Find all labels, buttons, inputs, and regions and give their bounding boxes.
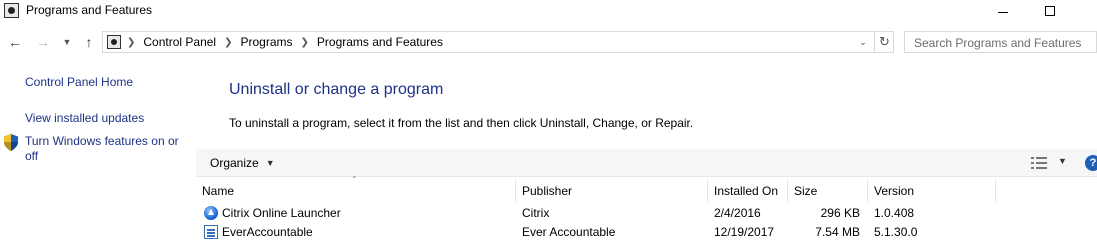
program-publisher: Citrix xyxy=(522,206,550,220)
program-installed-on: 12/19/2017 xyxy=(714,225,775,239)
chevron-right-icon[interactable]: ❯ xyxy=(127,37,135,48)
column-header-publisher[interactable]: Publisher xyxy=(516,180,708,202)
address-bar[interactable]: ❯ Control Panel ❯ Programs ❯ Programs an… xyxy=(102,31,894,53)
app-window-icon xyxy=(204,225,218,239)
breadcrumb: ❯ Control Panel ❯ Programs ❯ Programs an… xyxy=(127,35,443,49)
column-header-size[interactable]: Size xyxy=(788,180,868,202)
citrix-launcher-icon xyxy=(204,206,218,220)
refresh-icon[interactable]: ↻ xyxy=(874,32,894,52)
maximize-button[interactable] xyxy=(1027,0,1073,22)
program-size: 7.54 MB xyxy=(815,225,860,239)
minimize-icon xyxy=(998,11,1008,13)
program-version: 5.1.30.0 xyxy=(874,225,918,239)
left-task-pane: Control Panel Home View installed update… xyxy=(0,60,196,243)
control-panel-icon xyxy=(107,35,121,49)
organize-button[interactable]: Organize ▼ xyxy=(210,156,275,170)
details-view-icon[interactable] xyxy=(1031,157,1047,169)
maximize-icon xyxy=(1045,6,1055,16)
organize-label: Organize xyxy=(210,156,259,170)
chevron-down-icon: ▼ xyxy=(265,158,275,168)
turn-windows-features-link[interactable]: Turn Windows features on or off xyxy=(25,134,190,164)
program-name: Citrix Online Launcher xyxy=(222,206,341,220)
minimize-button[interactable] xyxy=(980,0,1026,22)
page-title: Uninstall or change a program xyxy=(229,81,444,98)
chevron-right-icon[interactable]: ❯ xyxy=(224,37,232,48)
program-installed-on: 2/4/2016 xyxy=(714,206,761,220)
uac-shield-icon xyxy=(4,134,18,151)
program-version: 1.0.408 xyxy=(874,206,915,220)
control-panel-icon xyxy=(4,3,19,18)
window-title: Programs and Features xyxy=(26,3,153,17)
chevron-right-icon[interactable]: ❯ xyxy=(301,37,309,48)
column-header-version[interactable]: Version xyxy=(868,180,996,202)
program-name: EverAccountable xyxy=(222,225,313,239)
search-input[interactable]: Search Programs and Features xyxy=(904,31,1097,53)
forward-arrow-icon[interactable]: → xyxy=(34,33,52,51)
recent-locations-chevron-icon[interactable]: ▼ xyxy=(60,33,74,51)
breadcrumb-programs[interactable]: Programs xyxy=(241,35,293,49)
breadcrumb-programs-and-features[interactable]: Programs and Features xyxy=(317,35,443,49)
navigation-bar: ← → ▼ ↑ ❯ Control Panel ❯ Programs ❯ Pro… xyxy=(0,28,1097,56)
search-placeholder: Search Programs and Features xyxy=(914,36,1082,50)
help-icon[interactable]: ? xyxy=(1085,155,1097,171)
view-installed-updates-link[interactable]: View installed updates xyxy=(25,111,144,126)
control-panel-home-link[interactable]: Control Panel Home xyxy=(25,75,133,90)
up-arrow-icon[interactable]: ↑ xyxy=(80,33,98,51)
column-header-name[interactable]: Name xyxy=(196,180,516,202)
title-bar: Programs and Features xyxy=(0,0,1097,22)
address-dropdown-chevron-icon[interactable]: ⌄ xyxy=(855,34,871,50)
table-row[interactable]: Citrix Online Launcher Citrix 2/4/2016 2… xyxy=(196,204,1096,223)
page-description: To uninstall a program, select it from t… xyxy=(229,116,694,130)
program-size: 296 KB xyxy=(820,206,860,220)
view-options-chevron-icon[interactable]: ▼ xyxy=(1058,156,1067,166)
program-publisher: Ever Accountable xyxy=(522,225,616,239)
back-arrow-icon[interactable]: ← xyxy=(6,33,24,51)
table-row[interactable]: EverAccountable Ever Accountable 12/19/2… xyxy=(196,223,1096,242)
column-header-installed-on[interactable]: Installed On xyxy=(708,180,788,202)
breadcrumb-control-panel[interactable]: Control Panel xyxy=(143,35,216,49)
command-toolbar: Organize ▼ ▼ ? xyxy=(196,149,1097,177)
